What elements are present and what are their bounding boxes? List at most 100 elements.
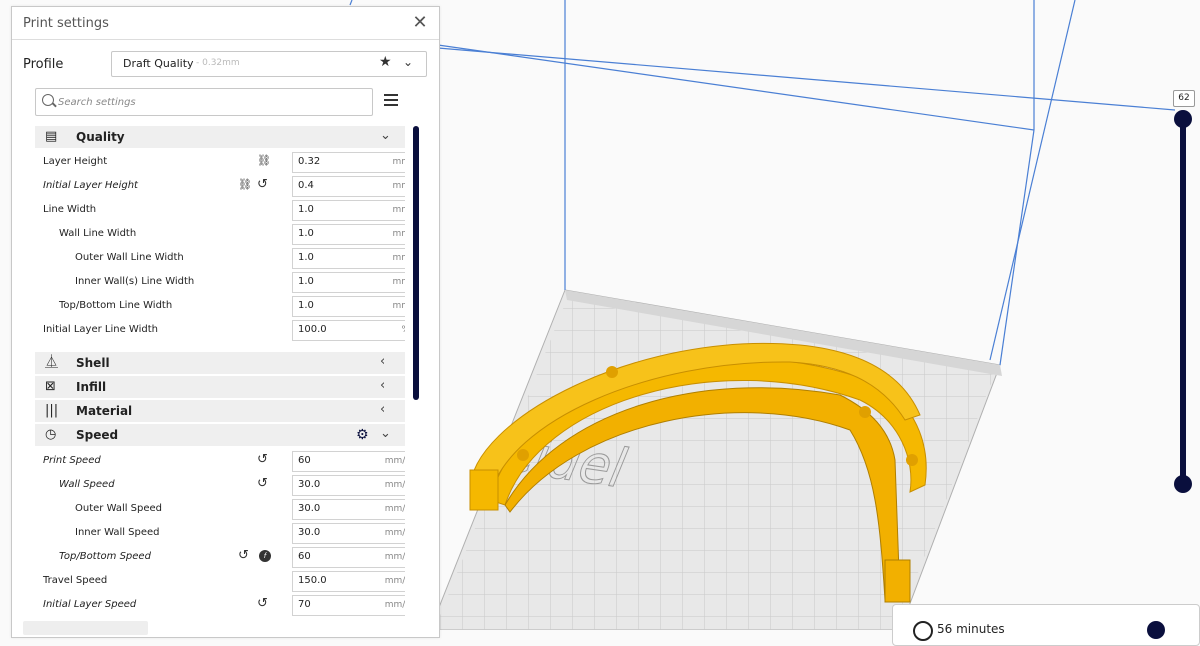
- clock-icon: [913, 621, 933, 641]
- info-icon[interactable]: [1147, 621, 1165, 639]
- layer-slider-track[interactable]: [1180, 118, 1186, 488]
- setting-row: Outer Wall Speed 30.0 mm/s: [35, 497, 405, 521]
- setting-value: 1.0: [298, 300, 314, 311]
- setting-row: Initial Layer Line Width 100.0 %: [35, 318, 405, 342]
- profile-name: Draft Quality: [123, 57, 194, 70]
- category-label: Material: [76, 404, 133, 418]
- gear-icon[interactable]: ⚙: [356, 427, 369, 443]
- setting-row: Wall Line Width 1.0 mm: [35, 222, 405, 246]
- setting-row: Inner Wall(s) Line Width 1.0 mm: [35, 270, 405, 294]
- setting-value: 30.0: [298, 503, 321, 514]
- reset-icon[interactable]: ↺: [257, 452, 268, 467]
- print-estimate-panel: 56 minutes: [892, 604, 1200, 646]
- category-material[interactable]: ||| Material ‹: [35, 400, 405, 422]
- category-quality[interactable]: ▤ Quality ⌄: [35, 126, 405, 148]
- setting-label: Wall Line Width: [59, 228, 137, 239]
- settings-visibility-menu-icon[interactable]: [384, 94, 398, 106]
- category-infill[interactable]: ⊠ Infill ‹: [35, 376, 405, 398]
- chevron-down-icon: ⌄: [380, 426, 391, 441]
- setting-row: Initial Layer Height ⛓ ↺ 0.4 mm: [35, 174, 405, 198]
- setting-value: 0.4: [298, 180, 314, 191]
- setting-value: 1.0: [298, 228, 314, 239]
- chevron-down-icon: ⌄: [380, 128, 391, 143]
- category-speed[interactable]: ◷ Speed ⚙ ⌄: [35, 424, 405, 446]
- setting-unit: mm: [392, 301, 405, 311]
- category-label: Infill: [76, 380, 107, 394]
- reset-icon[interactable]: ↺: [257, 596, 268, 611]
- close-icon[interactable]: ✕: [410, 13, 430, 33]
- profile-select[interactable]: Draft Quality - 0.32mm ★ ⌄: [111, 51, 427, 77]
- setting-label: Inner Wall(s) Line Width: [75, 276, 195, 287]
- shell-icon: ⏅: [45, 355, 59, 370]
- profile-layer-height: - 0.32mm: [196, 58, 240, 68]
- quality-icon: ▤: [45, 129, 58, 144]
- setting-row: Top/Bottom Line Width 1.0 mm: [35, 294, 405, 318]
- setting-value: 60: [298, 551, 311, 562]
- setting-label: Print Speed: [43, 455, 101, 466]
- setting-input[interactable]: 1.0 mm: [292, 272, 405, 293]
- setting-input[interactable]: 60 mm/s: [292, 547, 405, 568]
- setting-unit: mm/s: [384, 480, 405, 490]
- settings-scrollbar[interactable]: [413, 126, 419, 400]
- category-shell[interactable]: ⏅ Shell ‹: [35, 352, 405, 374]
- setting-input[interactable]: 150.0 mm/s: [292, 571, 405, 592]
- chevron-left-icon: ‹: [380, 378, 386, 393]
- print-time-estimate: 56 minutes: [937, 622, 1005, 636]
- layer-slider-top-handle[interactable]: [1174, 110, 1192, 128]
- setting-row: Travel Speed 150.0 mm/s: [35, 569, 405, 593]
- infill-icon: ⊠: [45, 379, 56, 394]
- panel-header: Print settings ✕: [12, 7, 439, 40]
- setting-input[interactable]: 1.0 mm: [292, 200, 405, 221]
- profile-label: Profile: [23, 57, 64, 72]
- setting-input[interactable]: 1.0 mm: [292, 224, 405, 245]
- search-box[interactable]: [35, 88, 373, 116]
- setting-input[interactable]: 30.0 mm/s: [292, 523, 405, 544]
- reset-icon[interactable]: ↺: [257, 476, 268, 491]
- setting-unit: mm: [392, 253, 405, 263]
- reset-icon[interactable]: ↺: [257, 177, 268, 192]
- setting-label: Outer Wall Speed: [75, 503, 163, 514]
- setting-row: Outer Wall Line Width 1.0 mm: [35, 246, 405, 270]
- setting-row: Print Speed ↺ 60 mm/s: [35, 449, 405, 473]
- reset-icon[interactable]: ↺: [238, 548, 249, 563]
- setting-value: 60: [298, 455, 311, 466]
- setting-input[interactable]: 30.0 mm/s: [292, 475, 405, 496]
- setting-label: Initial Layer Line Width: [43, 324, 158, 335]
- setting-label: Top/Bottom Speed: [59, 551, 151, 562]
- setting-input[interactable]: 60 mm/s: [292, 451, 405, 472]
- setting-label: Inner Wall Speed: [75, 527, 160, 538]
- setting-unit: mm/s: [384, 552, 405, 562]
- setting-input[interactable]: 0.32 mm: [292, 152, 405, 173]
- setting-label: Travel Speed: [43, 575, 108, 586]
- setting-input[interactable]: 30.0 mm/s: [292, 499, 405, 520]
- category-label: Shell: [76, 356, 110, 370]
- setting-label: Layer Height: [43, 156, 108, 167]
- function-icon: f: [259, 550, 271, 562]
- setting-input[interactable]: 100.0 %: [292, 320, 405, 341]
- search-input[interactable]: [56, 91, 360, 113]
- setting-value: 70: [298, 599, 311, 610]
- setting-value: 100.0: [298, 324, 327, 335]
- setting-unit: mm/s: [384, 576, 405, 586]
- chevron-down-icon: ⌄: [403, 55, 414, 69]
- setting-unit: mm: [392, 229, 405, 239]
- setting-unit: mm/s: [384, 504, 405, 514]
- star-icon[interactable]: ★: [379, 54, 392, 70]
- settings-list: ▤ Quality ⌄ Layer Height ⛓ 0.32 mm Initi…: [35, 126, 405, 626]
- setting-unit: mm: [392, 157, 405, 167]
- setting-input[interactable]: 0.4 mm: [292, 176, 405, 197]
- layer-slider-bottom-handle[interactable]: [1174, 475, 1192, 493]
- print-settings-panel: Print settings ✕ Profile Draft Quality -…: [11, 6, 440, 638]
- setting-label: Top/Bottom Line Width: [59, 300, 173, 311]
- setting-input[interactable]: 1.0 mm: [292, 296, 405, 317]
- speed-icon: ◷: [45, 427, 57, 442]
- setting-value: 1.0: [298, 252, 314, 263]
- panel-title: Print settings: [23, 16, 109, 31]
- setting-row: Top/Bottom Speed ↺ f 60 mm/s: [35, 545, 405, 569]
- setting-unit: mm/s: [384, 600, 405, 610]
- setting-row: Wall Speed ↺ 30.0 mm/s: [35, 473, 405, 497]
- setting-input[interactable]: 70 mm/s: [292, 595, 405, 616]
- setting-input[interactable]: 1.0 mm: [292, 248, 405, 269]
- recommended-button[interactable]: [23, 621, 148, 635]
- setting-label: Initial Layer Height: [43, 180, 138, 191]
